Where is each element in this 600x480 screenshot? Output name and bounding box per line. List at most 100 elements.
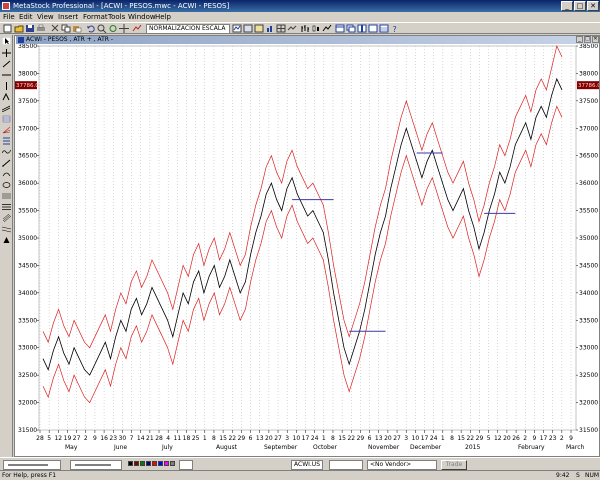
horizontal-line-icon[interactable]: [2, 71, 11, 79]
close-button[interactable]: ✕: [587, 1, 599, 11]
color-swatch-blue[interactable]: [158, 461, 163, 466]
symbol-dropdown[interactable]: ACWI.US: [291, 460, 323, 470]
chart-minimize-button[interactable]: _: [576, 36, 583, 43]
pointer-icon[interactable]: [2, 37, 11, 45]
chart-window[interactable]: 28 5 12 19 27 2 9 16 23 30 7 14 21 28 4 11 18 25 1 8 15 22 29 6…: [14, 35, 600, 457]
move-icon[interactable]: [119, 24, 129, 33]
indicator-icon[interactable]: [132, 24, 142, 33]
x-tick-label: 9: [532, 435, 536, 442]
x-tick-label: 29: [476, 435, 484, 442]
symbol-icon[interactable]: [2, 236, 11, 244]
trade-button[interactable]: Trade: [441, 460, 467, 470]
ellipse-icon[interactable]: [2, 181, 11, 189]
x-tick-label: 8: [450, 435, 454, 442]
color-swatch-navy[interactable]: [146, 461, 151, 466]
x-tick-label: 19: [64, 435, 72, 442]
x-tick-label: 8: [331, 435, 335, 442]
trendline-icon[interactable]: [2, 60, 11, 68]
line-style-dropdown[interactable]: [3, 460, 61, 470]
x-tick-label: 11: [174, 435, 182, 442]
cycle-lines-icon[interactable]: [2, 137, 11, 145]
paste-icon[interactable]: [72, 24, 82, 33]
y-tick-label-left: 32500: [18, 372, 37, 379]
new-chart-icon[interactable]: [3, 24, 13, 33]
chart-window-titlebar[interactable]: ACWI - PESOS , ATR + , ATR - _ □ ✕: [16, 36, 599, 44]
grid-icon[interactable]: [276, 24, 286, 33]
tirone-levels-icon[interactable]: [2, 203, 11, 211]
print-icon[interactable]: [36, 24, 46, 33]
menu-help[interactable]: Help: [155, 12, 171, 22]
channel-icon[interactable]: [2, 104, 11, 112]
menu-view[interactable]: View: [37, 12, 54, 22]
x-tick-label: 1: [203, 435, 207, 442]
system-tester-icon[interactable]: [254, 24, 264, 33]
color-swatch-magenta[interactable]: [164, 461, 169, 466]
zoom-in-icon[interactable]: [97, 24, 107, 33]
vertical-line-icon[interactable]: [2, 82, 11, 90]
help-icon[interactable]: ?: [390, 24, 400, 33]
symbol-extra-dropdown[interactable]: [329, 460, 363, 470]
x-tick-label: 1: [322, 435, 326, 442]
app-icon[interactable]: [2, 2, 10, 10]
price-chart[interactable]: 28 5 12 19 27 2 9 16 23 30 7 14 21 28 4 11 18 25 1 8 15 22 29 6…: [15, 36, 599, 456]
undo-icon[interactable]: [86, 24, 96, 33]
vendor-dropdown[interactable]: <No Vendor>: [367, 460, 437, 470]
property-bar: ACWI.US <No Vendor> Trade: [0, 457, 600, 470]
quadrant-lines-icon[interactable]: [2, 192, 11, 200]
speed-lines-icon[interactable]: [2, 159, 11, 167]
window-cascade-icon[interactable]: [346, 24, 356, 33]
menu-format[interactable]: Format: [83, 12, 108, 22]
candle-chart-icon[interactable]: [311, 24, 321, 33]
line-width-dropdown[interactable]: [70, 460, 122, 470]
status-bar: For Help, press F1 9:42 S NUM: [0, 470, 600, 480]
fibonacci-icon[interactable]: [2, 115, 11, 123]
y-tick-label-right: 34000: [579, 290, 598, 297]
gann-fan-icon[interactable]: [2, 126, 11, 134]
menu-file[interactable]: File: [3, 12, 15, 22]
normalization-dropdown[interactable]: NORMALIZACION ESCALA: [146, 24, 230, 34]
x-tick-label: 14: [137, 435, 145, 442]
raff-channel-icon[interactable]: [2, 225, 11, 233]
text-tool-icon[interactable]: [2, 93, 11, 101]
menu-tools[interactable]: Tools: [108, 12, 125, 22]
color-swatch-black[interactable]: [128, 461, 133, 466]
andrews-pitchfork-icon[interactable]: [2, 214, 11, 222]
explorer-icon[interactable]: [243, 24, 253, 33]
copy-icon[interactable]: [61, 24, 71, 33]
window-arrange-icon[interactable]: [357, 24, 367, 33]
color-dropdown[interactable]: [179, 460, 193, 470]
menu-edit[interactable]: Edit: [19, 12, 33, 22]
color-swatch-gray[interactable]: [170, 461, 175, 466]
refresh-icon[interactable]: [108, 24, 118, 33]
x-month-label: June: [113, 444, 127, 451]
open-icon[interactable]: [14, 24, 24, 33]
line-chart-icon[interactable]: [322, 24, 332, 33]
x-tick-label: 5: [47, 435, 51, 442]
chart-close-button[interactable]: ✕: [592, 36, 599, 43]
compare-icon[interactable]: [287, 24, 297, 33]
y-tick-label-right: 32000: [579, 400, 598, 407]
cut-icon[interactable]: [50, 24, 60, 33]
x-tick-label: 29: [238, 435, 246, 442]
chart-style-icon[interactable]: [265, 24, 275, 33]
title-bar: MetaStock Professional - [ACWI - PESOS.m…: [0, 0, 600, 12]
x-tick-label: 24: [430, 435, 438, 442]
expert-icon[interactable]: [232, 24, 242, 33]
crosshair-icon[interactable]: [2, 49, 11, 57]
line-style-preview-icon: [8, 464, 48, 466]
window-tile-icon[interactable]: [335, 24, 345, 33]
arc-icon[interactable]: [2, 170, 11, 178]
menu-window[interactable]: Window: [128, 12, 156, 22]
chart-maximize-button[interactable]: □: [584, 36, 591, 43]
window-list-icon[interactable]: [368, 24, 378, 33]
color-swatch-red[interactable]: [152, 461, 157, 466]
data-window-icon[interactable]: [379, 24, 389, 33]
menu-insert[interactable]: Insert: [58, 12, 78, 22]
bar-chart-icon[interactable]: [300, 24, 310, 33]
regression-icon[interactable]: [2, 148, 11, 156]
save-icon[interactable]: [25, 24, 35, 33]
color-swatch-green[interactable]: [140, 461, 145, 466]
color-swatch-maroon[interactable]: [134, 461, 139, 466]
maximize-button[interactable]: □: [574, 1, 586, 11]
minimize-button[interactable]: _: [561, 1, 573, 11]
